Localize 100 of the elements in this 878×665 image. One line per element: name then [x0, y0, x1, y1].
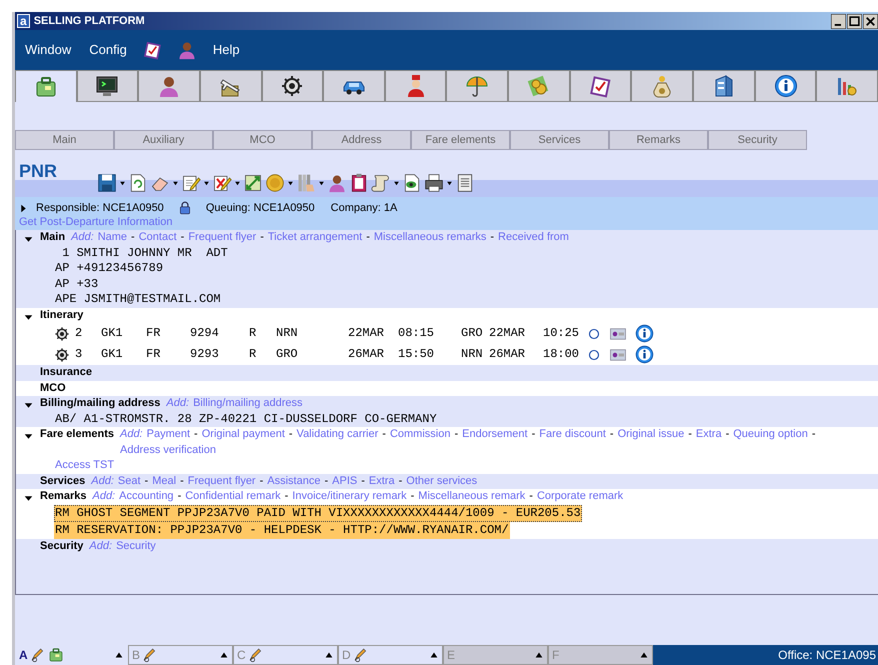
- caret-icon[interactable]: [318, 180, 325, 186]
- caret-icon[interactable]: [234, 180, 241, 186]
- sub-tab[interactable]: Address: [312, 130, 411, 150]
- sub-tab[interactable]: Main: [15, 130, 114, 150]
- app-tab[interactable]: [76, 70, 138, 101]
- workspace-tab[interactable]: D: [338, 645, 443, 665]
- collapse-arrow-icon[interactable]: [24, 235, 32, 244]
- add-link[interactable]: Queuing option: [733, 427, 808, 442]
- printer-icon[interactable]: [424, 173, 444, 193]
- status-circle-icon[interactable]: [588, 328, 600, 340]
- add-link[interactable]: Commission: [390, 427, 450, 442]
- app-tab[interactable]: [754, 70, 816, 101]
- collapse-arrow-icon[interactable]: [24, 432, 32, 441]
- menu-item[interactable]: Config: [87, 40, 129, 60]
- app-tab[interactable]: [262, 70, 324, 101]
- caret-icon[interactable]: [393, 180, 400, 186]
- suitcase-icon: [48, 647, 64, 663]
- add-link[interactable]: Original payment: [202, 427, 285, 442]
- sub-tab[interactable]: Services: [510, 130, 609, 150]
- pen-icon: [352, 647, 369, 663]
- sub-tab[interactable]: MCO: [213, 130, 312, 150]
- save-icon[interactable]: [97, 173, 117, 193]
- add-link[interactable]: Endorsement: [462, 427, 528, 442]
- edit-icon[interactable]: [181, 173, 201, 193]
- info-icon[interactable]: [635, 345, 654, 364]
- workspace-tab[interactable]: B: [128, 645, 233, 665]
- add-link[interactable]: Billing/mailing address: [193, 396, 303, 412]
- collapse-arrow-icon[interactable]: [24, 401, 32, 410]
- document-x-icon[interactable]: [212, 173, 232, 193]
- add-label: Add:: [91, 474, 114, 488]
- collapse-arrow-icon[interactable]: [24, 312, 32, 322]
- add-link[interactable]: Accounting: [119, 489, 174, 504]
- caret-icon[interactable]: [172, 180, 179, 186]
- add-link[interactable]: Seat: [118, 474, 141, 489]
- add-link[interactable]: Confidential remark: [185, 489, 281, 504]
- menu-item[interactable]: Window: [23, 40, 74, 60]
- add-link[interactable]: Miscellaneous remark: [418, 489, 526, 504]
- person-icon[interactable]: [176, 40, 197, 60]
- add-link[interactable]: Received from: [498, 230, 569, 246]
- section-title: Itinerary: [40, 308, 84, 322]
- add-link[interactable]: Frequent flyer: [188, 474, 256, 489]
- notes-icon[interactable]: [455, 173, 475, 193]
- add-link[interactable]: Address verification: [120, 442, 216, 458]
- workspace-tab[interactable]: C: [233, 645, 338, 665]
- caret-icon[interactable]: [114, 650, 124, 660]
- add-link[interactable]: Payment: [146, 427, 190, 442]
- maximize-button[interactable]: [847, 14, 862, 28]
- caret-icon[interactable]: [119, 180, 126, 186]
- link-separator: -: [361, 474, 365, 488]
- add-link[interactable]: Meal: [152, 474, 176, 489]
- caret-icon[interactable]: [203, 180, 210, 186]
- segment-field: GRO: [276, 346, 348, 362]
- add-link[interactable]: Security: [116, 538, 156, 554]
- add-link[interactable]: Fare discount: [539, 427, 606, 442]
- add-link[interactable]: Extra: [696, 427, 722, 442]
- add-link[interactable]: Contact: [138, 230, 177, 246]
- scroll-icon[interactable]: [371, 173, 391, 193]
- add-link[interactable]: Miscellaneous remarks: [374, 230, 486, 246]
- add-link[interactable]: Invoice/itinerary remark: [292, 489, 407, 504]
- access-tst-link[interactable]: Access TST: [55, 459, 114, 471]
- minimize-button[interactable]: [831, 14, 846, 28]
- sub-tab[interactable]: Security: [708, 130, 807, 150]
- add-link[interactable]: Assistance: [267, 474, 320, 489]
- coin-icon[interactable]: [265, 173, 285, 193]
- caret-icon[interactable]: [219, 650, 229, 660]
- link-separator: -: [454, 427, 458, 442]
- sub-tab[interactable]: Auxiliary: [114, 130, 213, 150]
- caret-icon[interactable]: [429, 650, 439, 660]
- arrows-icon[interactable]: [243, 173, 263, 193]
- segment-field: 26MAR: [348, 346, 398, 362]
- menu-item[interactable]: Help: [210, 40, 242, 60]
- caret-icon[interactable]: [446, 180, 453, 186]
- caret-icon[interactable]: [324, 650, 334, 660]
- add-link[interactable]: Validating carrier: [296, 427, 378, 442]
- add-link[interactable]: Extra: [368, 474, 395, 489]
- info-icon[interactable]: [635, 324, 654, 343]
- clipboard-icon[interactable]: [349, 173, 369, 193]
- caret-icon[interactable]: [287, 180, 294, 186]
- add-link[interactable]: Other services: [406, 474, 478, 489]
- app-tab[interactable]: [570, 70, 632, 101]
- add-link[interactable]: Name: [98, 230, 128, 246]
- eye-document-icon[interactable]: [402, 173, 422, 193]
- app-tab[interactable]: [693, 70, 755, 101]
- expand-arrow-icon[interactable]: [19, 204, 28, 212]
- person-icon[interactable]: [327, 173, 347, 193]
- app-tab[interactable]: [323, 70, 385, 101]
- add-link[interactable]: Corporate remark: [536, 489, 624, 504]
- add-link[interactable]: Original issue: [618, 427, 684, 442]
- post-departure-link[interactable]: Get Post-Departure Information: [19, 216, 172, 228]
- sub-tab[interactable]: Remarks: [609, 130, 708, 150]
- close-button[interactable]: [863, 14, 878, 28]
- segment-field: GK1: [101, 326, 146, 342]
- collapse-arrow-icon[interactable]: [24, 494, 32, 503]
- status-circle-icon[interactable]: [588, 348, 600, 360]
- add-link[interactable]: Ticket arrangement: [268, 230, 362, 246]
- sub-tab[interactable]: Fare elements: [411, 130, 510, 150]
- company-text: Company: 1A: [330, 201, 398, 215]
- add-link[interactable]: Frequent flyer: [188, 230, 256, 246]
- add-link[interactable]: APIS: [332, 474, 358, 489]
- document-icon[interactable]: [128, 173, 148, 193]
